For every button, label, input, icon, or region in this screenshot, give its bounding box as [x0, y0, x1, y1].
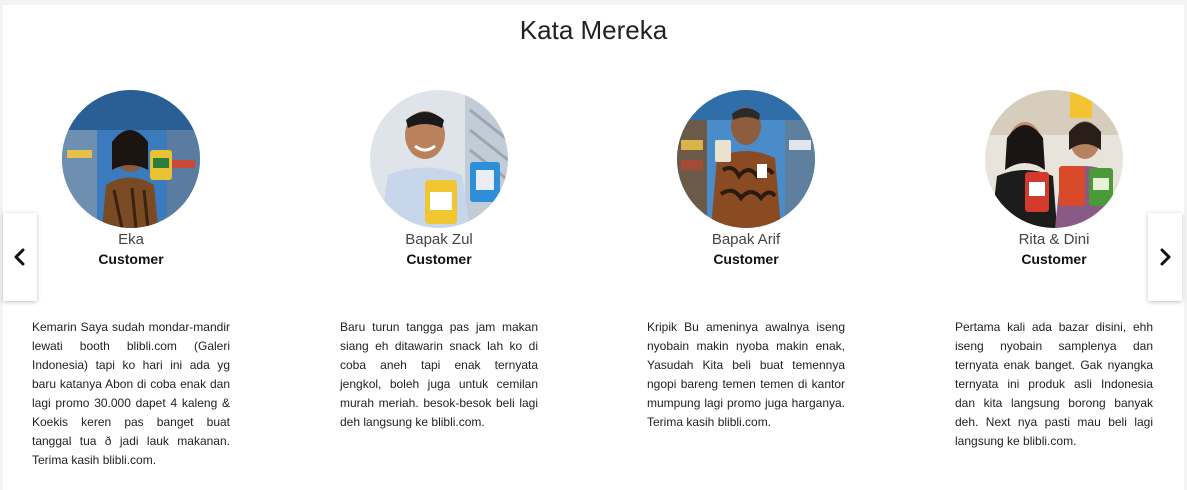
- testimonial-card: Eka Customer Kemarin Saya sudah mondar-m…: [32, 90, 230, 467]
- customer-photo: [370, 90, 508, 228]
- customer-role: Customer: [1021, 251, 1087, 267]
- testimonial-card: Bapak Zul Customer Baru turun tangga pas…: [340, 90, 538, 429]
- customer-photo: [677, 90, 815, 228]
- customer-name: Bapak Zul: [405, 231, 473, 248]
- carousel-prev-button[interactable]: [3, 213, 37, 301]
- testimonial-quote: Kripik Bu ameninya awalnya iseng nyobain…: [647, 320, 845, 429]
- customer-role: Customer: [713, 251, 779, 267]
- customer-role: Customer: [98, 251, 164, 267]
- testimonials-section: Kata Mereka Eka Customer Kemarin Saya su…: [3, 5, 1184, 490]
- testimonial-quote: Kemarin Saya sudah mondar-mandir lewati …: [32, 320, 230, 467]
- testimonial-card: Rita & Dini Customer Pertama kali ada ba…: [955, 90, 1153, 448]
- chevron-left-icon: [13, 248, 27, 266]
- testimonial-quote: Baru turun tangga pas jam makan siang eh…: [340, 320, 538, 429]
- section-title: Kata Mereka: [519, 15, 668, 45]
- customer-photo: [62, 90, 200, 228]
- customer-photo: [985, 90, 1123, 228]
- customer-role: Customer: [406, 251, 472, 267]
- carousel-next-button[interactable]: [1148, 213, 1182, 301]
- customer-name: Eka: [118, 231, 144, 248]
- customer-name: Bapak Arif: [711, 231, 781, 248]
- testimonial-card: Bapak Arif Customer Kripik Bu ameninya a…: [647, 90, 845, 429]
- testimonial-quote: Pertama kali ada bazar disini, ehh iseng…: [955, 320, 1153, 448]
- customer-name: Rita & Dini: [1018, 231, 1090, 248]
- chevron-right-icon: [1158, 248, 1172, 266]
